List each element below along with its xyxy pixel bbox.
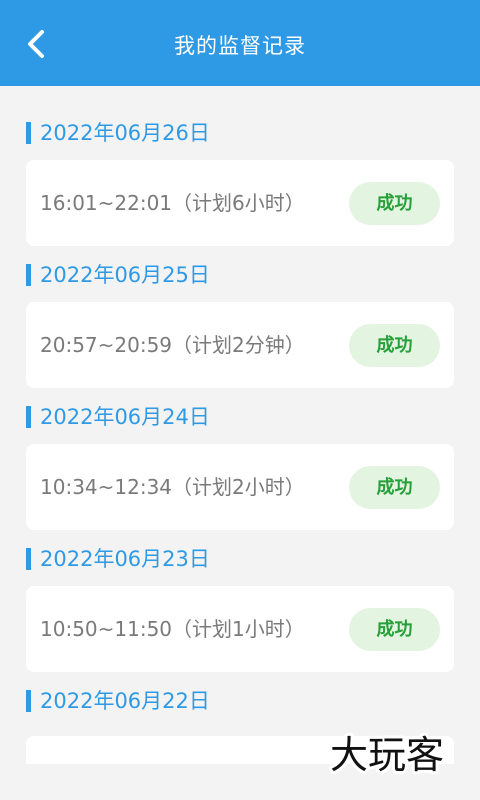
date-marker (26, 406, 31, 428)
page-title: 我的监督记录 (174, 34, 306, 58)
date-marker (26, 548, 31, 570)
app-header: 我的监督记录 (0, 0, 480, 86)
date-label: 2022年06月26日 (40, 121, 210, 145)
date-header: 2022年06月25日 (26, 262, 480, 288)
record-card[interactable]: 10:50~11:50（计划1小时） 成功 (26, 586, 454, 672)
date-header: 2022年06月24日 (26, 404, 480, 430)
record-card[interactable]: 10:34~12:34（计划2小时） 成功 (26, 444, 454, 530)
date-header: 2022年06月23日 (26, 546, 480, 572)
date-label: 2022年06月25日 (40, 263, 210, 287)
status-badge: 成功 (349, 182, 440, 225)
date-header: 2022年06月22日 (26, 688, 480, 714)
record-card[interactable]: 20:57~20:59（计划2分钟） 成功 (26, 302, 454, 388)
time-range: 16:01~22:01（计划6小时） (40, 191, 305, 215)
date-marker (26, 122, 31, 144)
time-range: 10:50~11:50（计划1小时） (40, 617, 305, 641)
date-header: 2022年06月26日 (26, 120, 480, 146)
date-marker (26, 264, 31, 286)
record-card[interactable]: 16:01~22:01（计划6小时） 成功 (26, 160, 454, 246)
date-marker (26, 690, 31, 712)
status-badge: 成功 (349, 466, 440, 509)
date-label: 2022年06月24日 (40, 405, 210, 429)
time-range: 20:57~20:59（计划2分钟） (40, 333, 305, 357)
status-badge: 成功 (349, 324, 440, 367)
date-label: 2022年06月22日 (40, 689, 210, 713)
watermark-logo: 大玩客 大玩客 (327, 730, 447, 780)
date-label: 2022年06月23日 (40, 547, 210, 571)
time-range: 10:34~12:34（计划2小时） (40, 475, 305, 499)
record-list: 2022年06月26日 16:01~22:01（计划6小时） 成功 2022年0… (0, 86, 480, 714)
svg-text:大玩客: 大玩客 (330, 733, 444, 777)
status-badge: 成功 (349, 608, 440, 651)
